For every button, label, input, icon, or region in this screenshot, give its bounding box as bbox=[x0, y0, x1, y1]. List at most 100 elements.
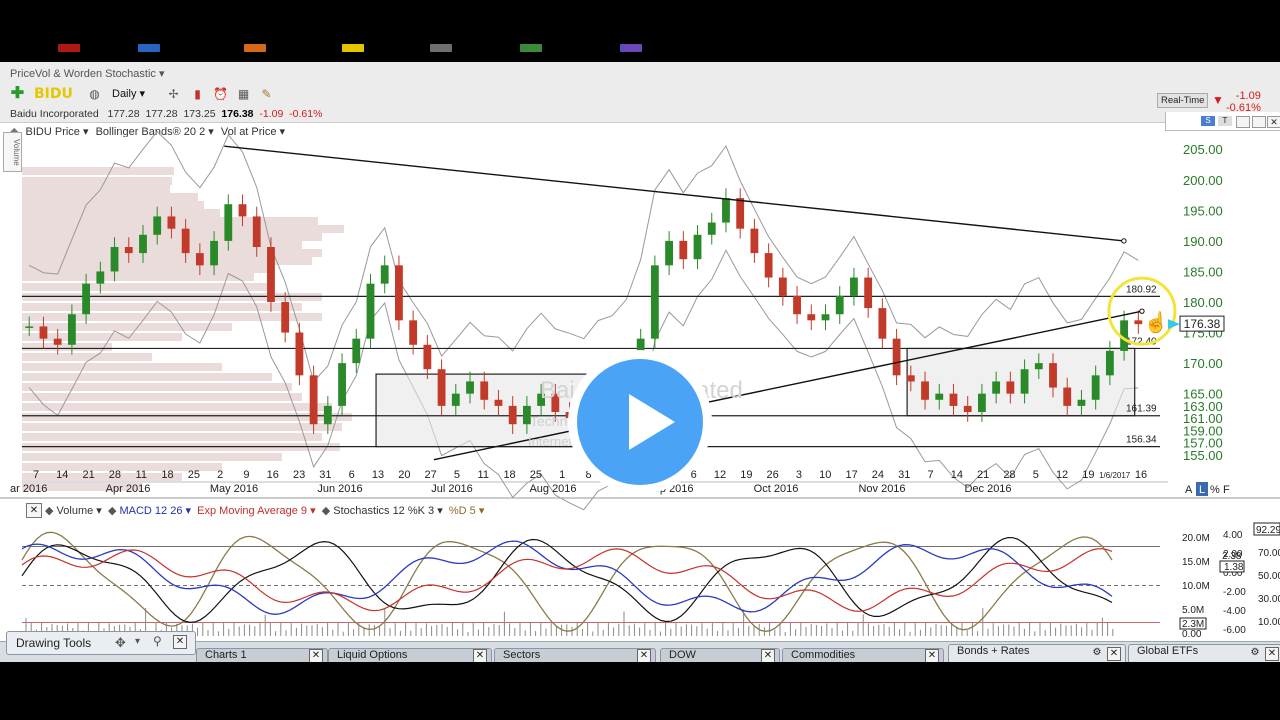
tab-bonds-rates[interactable]: Bonds + Rates ⚙ ✕ bbox=[948, 644, 1126, 662]
taskbar-app-icon bbox=[138, 44, 160, 52]
tab-global-etfs[interactable]: Global ETFs ⚙ ✕ bbox=[1128, 644, 1280, 662]
tab-dow[interactable]: DOW ✕ bbox=[660, 648, 780, 662]
candle-body bbox=[650, 265, 659, 339]
scale-button-A: A bbox=[1185, 484, 1193, 496]
date-tick: 28 bbox=[1003, 469, 1015, 481]
vol-at-price-bar bbox=[22, 433, 322, 441]
close-icon[interactable]: ✕ bbox=[761, 649, 775, 662]
diamond-icon: ◆ bbox=[321, 505, 331, 517]
candle-body bbox=[366, 283, 375, 339]
date-tick: 12 bbox=[714, 469, 726, 481]
stochastic-axis-tick: 10.00 bbox=[1258, 617, 1280, 628]
legend-stochastics[interactable]: Stochastics 12 %K 3 ▾ bbox=[333, 505, 442, 517]
vol-at-price-bar bbox=[22, 313, 322, 321]
gear-icon[interactable]: ⚙ bbox=[1249, 647, 1261, 659]
candle-body bbox=[423, 344, 432, 370]
candle-body bbox=[921, 381, 929, 400]
legend-macd[interactable]: MACD 12 26 ▾ bbox=[119, 505, 191, 517]
date-tick: 28 bbox=[109, 469, 121, 481]
candle-body bbox=[195, 253, 204, 266]
vol-at-price-bar bbox=[22, 177, 172, 185]
close-icon[interactable]: ✕ bbox=[1107, 647, 1121, 661]
diamond-icon: ◆ bbox=[45, 505, 54, 517]
vol-at-price-bar bbox=[22, 303, 302, 311]
macd-axis-tick: -4.00 bbox=[1223, 606, 1246, 617]
tab-sectors[interactable]: Sectors ✕ bbox=[494, 648, 656, 662]
candle-body bbox=[494, 399, 503, 406]
candle-body bbox=[267, 247, 275, 302]
minimize-icon[interactable] bbox=[1236, 116, 1250, 128]
candle-body bbox=[167, 216, 176, 229]
month-label: ar 2016 bbox=[10, 483, 47, 495]
price-axis-tick: 190.00 bbox=[1183, 234, 1223, 249]
tab-charts[interactable]: Charts 1 ✕ bbox=[196, 648, 328, 662]
price-axis-tick: 170.00 bbox=[1183, 356, 1223, 371]
volume-box-label: 2.3M bbox=[1182, 619, 1204, 630]
candle-body bbox=[309, 375, 318, 425]
price-axis-tick: 155.00 bbox=[1183, 448, 1223, 463]
close-icon[interactable]: ✕ bbox=[173, 635, 187, 649]
hand-cursor-icon: ☝ bbox=[1144, 310, 1169, 334]
tab-commodities[interactable]: Commodities ✕ bbox=[782, 648, 944, 662]
tab-liquid-options[interactable]: Liquid Options ✕ bbox=[328, 648, 492, 662]
candle-body bbox=[25, 326, 34, 328]
month-label: Jul 2016 bbox=[431, 483, 473, 495]
month-label: Oct 2016 bbox=[754, 483, 799, 495]
date-tick: 19 bbox=[740, 469, 752, 481]
vol-at-price-bar bbox=[22, 193, 198, 201]
date-tick: 21 bbox=[82, 469, 94, 481]
close-icon[interactable]: ✕ bbox=[309, 649, 323, 662]
candle-body bbox=[807, 314, 816, 321]
play-circle bbox=[577, 359, 703, 485]
tab-label: DOW bbox=[669, 649, 696, 661]
candle-body bbox=[480, 381, 489, 400]
date-tick: 17 bbox=[845, 469, 857, 481]
candle-body bbox=[252, 216, 261, 247]
chevron-down-icon[interactable]: ▾ bbox=[135, 636, 140, 647]
candle-body bbox=[67, 314, 76, 345]
vol-at-price-bar bbox=[22, 233, 322, 241]
tab-label: Bonds + Rates bbox=[957, 645, 1030, 657]
candle-body bbox=[963, 405, 972, 412]
video-play-button[interactable] bbox=[568, 350, 712, 494]
close-icon[interactable]: ✕ bbox=[473, 649, 487, 662]
candle-body bbox=[679, 240, 688, 260]
date-tick: 1 bbox=[559, 469, 565, 481]
close-icon[interactable]: ✕ bbox=[1265, 647, 1279, 661]
t-badge-icon[interactable]: T bbox=[1218, 116, 1232, 126]
date-tick: 2 bbox=[217, 469, 223, 481]
legend-pd[interactable]: %D 5 ▾ bbox=[449, 505, 484, 517]
date-tick: 5 bbox=[454, 469, 460, 481]
s-badge-icon[interactable]: S bbox=[1201, 116, 1215, 126]
gear-icon[interactable]: ⚙ bbox=[1091, 647, 1103, 659]
close-icon[interactable]: ✕ bbox=[925, 649, 939, 662]
maximize-icon[interactable] bbox=[1252, 116, 1266, 128]
legend-ema[interactable]: Exp Moving Average 9 ▾ bbox=[197, 505, 315, 517]
candle-body bbox=[210, 240, 218, 266]
date-tick: 6 bbox=[349, 469, 355, 481]
date-tick: 16 bbox=[267, 469, 279, 481]
price-axis-tick: 195.00 bbox=[1183, 203, 1223, 218]
date-tick: 31 bbox=[319, 469, 331, 481]
volume-axis-tick: 10.0M bbox=[1182, 581, 1210, 592]
move-icon[interactable]: ✥ bbox=[115, 635, 126, 651]
volume-axis-tick: 15.0M bbox=[1182, 557, 1210, 568]
taskbar-app-icon bbox=[58, 44, 80, 52]
close-indicator-icon[interactable]: ✕ bbox=[26, 503, 42, 518]
drawing-tools-panel[interactable]: Drawing Tools ✥ ▾ ⚲ ✕ bbox=[6, 631, 196, 655]
date-tick: 7 bbox=[927, 469, 933, 481]
candle-body bbox=[352, 338, 361, 364]
taskbar-app-icon bbox=[430, 44, 452, 52]
candle-body bbox=[764, 253, 773, 278]
date-tick: 14 bbox=[56, 469, 68, 481]
tab-label: Charts 1 bbox=[205, 649, 247, 661]
close-icon[interactable]: ✕ bbox=[637, 649, 651, 662]
candle-body bbox=[1063, 387, 1072, 406]
close-icon[interactable]: ✕ bbox=[1267, 116, 1280, 128]
pin-icon[interactable]: ⚲ bbox=[153, 634, 162, 648]
video-top-bar bbox=[0, 0, 1280, 52]
candle-body bbox=[750, 228, 759, 254]
candle-body bbox=[323, 405, 332, 425]
vol-at-price-bar bbox=[22, 185, 170, 193]
legend-volume[interactable]: Volume ▾ bbox=[57, 505, 102, 517]
